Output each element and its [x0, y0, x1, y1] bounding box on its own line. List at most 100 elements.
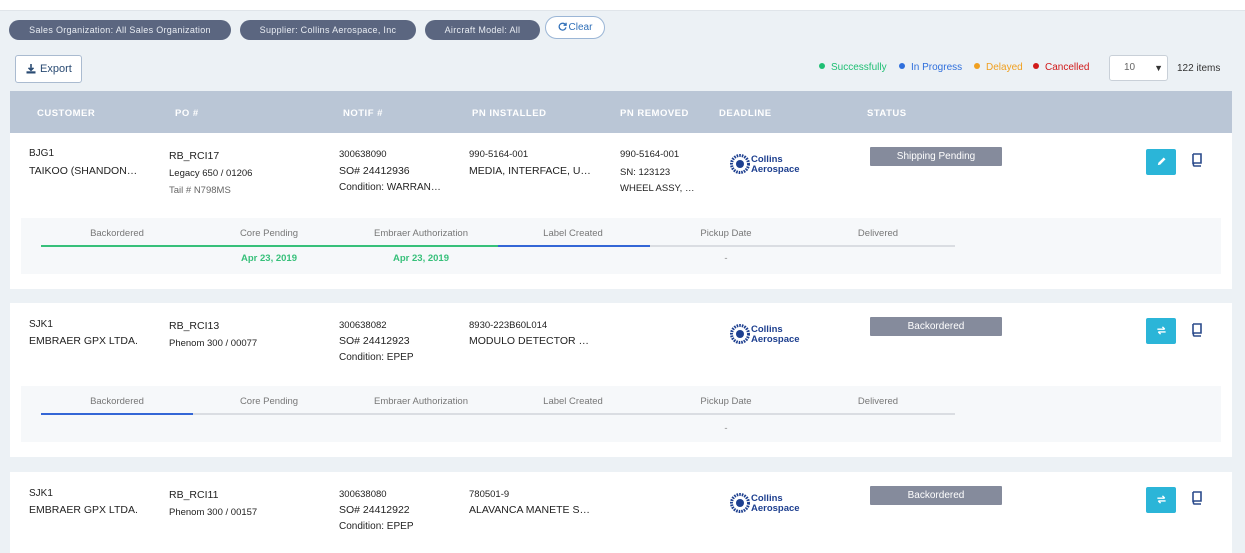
step-pickup-date: Pickup Date — [700, 396, 752, 407]
step-core-pending: Core Pending — [239, 228, 299, 239]
pn-removed-sn: SN: 123123 — [620, 167, 671, 178]
step-date: Apr 23, 2019 — [393, 253, 449, 264]
customer-code: SJK1 — [29, 488, 53, 499]
pn-removed: 990-5164-001 — [620, 149, 680, 160]
svg-text:Aerospace: Aerospace — [751, 334, 800, 345]
condition: Condition: EPEP — [339, 521, 414, 532]
caret-down-icon: ▼ — [1154, 63, 1163, 73]
filter-aircraft-model[interactable]: Aircraft Model: All — [425, 20, 540, 40]
filter-sales-organization[interactable]: Sales Organization: All Sales Organizati… — [9, 20, 231, 40]
so-number: SO# 24412936 — [339, 165, 410, 177]
refresh-icon — [1156, 326, 1166, 335]
so-number: SO# 24412922 — [339, 504, 410, 516]
legend-cancelled: Cancelled — [1033, 62, 1089, 73]
column-deadline[interactable]: DEADLINE — [719, 108, 772, 119]
pn-removed-desc: WHEEL ASSY, … — [620, 183, 695, 194]
filter-supplier[interactable]: Supplier: Collins Aerospace, Inc — [240, 20, 416, 40]
refresh-button[interactable] — [1146, 318, 1176, 344]
status-dot-icon — [1033, 63, 1039, 69]
step-core-pending: Core Pending — [239, 396, 299, 407]
legend-delayed: Delayed — [974, 62, 1023, 73]
progress-current — [41, 413, 193, 415]
customer-name: EMBRAER GPX LTDA. — [29, 504, 138, 516]
status-dot-icon — [819, 63, 825, 69]
notif-number: 300638080 — [339, 489, 387, 500]
column-pn-installed[interactable]: PN INSTALLED — [472, 108, 546, 119]
book-icon[interactable] — [1190, 153, 1202, 167]
customer-code: BJG1 — [29, 148, 55, 159]
download-icon — [26, 64, 36, 74]
condition: Condition: EPEP — [339, 352, 414, 363]
legend-successfully: Successfully — [819, 62, 887, 73]
export-button[interactable]: Export — [15, 55, 82, 83]
edit-button[interactable] — [1146, 149, 1176, 175]
refresh-icon — [1156, 495, 1166, 504]
notif-number: 300638090 — [339, 149, 387, 160]
status-badge: Backordered — [870, 317, 1002, 336]
export-label: Export — [40, 63, 72, 75]
collins-aerospace-logo: Collins Aerospace — [730, 493, 800, 514]
table-row: SJK1 EMBRAER GPX LTDA. RB_RCI13 Phenom 3… — [10, 303, 1232, 457]
customer-name: TAIKOO (SHANDON… — [29, 165, 138, 177]
progress-remaining — [650, 245, 955, 247]
clear-label: Clear — [568, 22, 593, 33]
refresh-button[interactable] — [1146, 487, 1176, 513]
items-count: 122 items — [1177, 63, 1221, 74]
notif-number: 300638082 — [339, 320, 387, 331]
pn-installed-desc: MEDIA, INTERFACE, U… — [469, 165, 591, 177]
table-header: CUSTOMER PO # NOTIF # PN INSTALLED PN RE… — [10, 91, 1232, 133]
customer-code: SJK1 — [29, 319, 53, 330]
status-badge: Shipping Pending — [870, 147, 1002, 166]
table-row: SJK1 EMBRAER GPX LTDA. RB_RCI11 Phenom 3… — [10, 472, 1232, 553]
legend-in-progress: In Progress — [899, 62, 962, 73]
status-dot-icon — [974, 63, 980, 69]
tracking-progress: Backordered Core Pending Embraer Authori… — [21, 218, 1221, 274]
progress-remaining — [193, 413, 955, 415]
condition: Condition: WARRAN… — [339, 182, 441, 193]
step-embraer-authorization: Embraer Authorization — [374, 396, 468, 407]
column-po[interactable]: PO # — [175, 108, 199, 119]
step-embraer-authorization: Embraer Authorization — [374, 228, 468, 239]
po-number[interactable]: RB_RCI17 — [169, 150, 219, 162]
po-number[interactable]: RB_RCI11 — [169, 489, 218, 501]
collins-aerospace-logo: Collins Aerospace — [730, 324, 800, 345]
collins-aerospace-logo: Collins Aerospace — [730, 154, 800, 175]
step-label-created: Label Created — [543, 396, 603, 407]
pn-installed: 990-5164-001 — [469, 149, 529, 160]
pn-installed: 8930-223B60L014 — [469, 320, 548, 331]
book-icon[interactable] — [1190, 323, 1202, 337]
svg-text:Aerospace: Aerospace — [751, 164, 800, 175]
status-badge: Backordered — [870, 486, 1002, 505]
progress-complete — [41, 245, 498, 247]
pn-installed: 780501-9 — [469, 489, 510, 500]
pn-installed-desc: MODULO DETECTOR … — [469, 335, 589, 347]
step-date: Apr 23, 2019 — [241, 253, 297, 264]
column-pn-removed[interactable]: PN REMOVED — [620, 108, 689, 119]
customer-name: EMBRAER GPX LTDA. — [29, 335, 138, 347]
step-date: - — [724, 423, 728, 434]
pencil-icon — [1157, 157, 1166, 166]
step-date: - — [724, 253, 728, 264]
so-number: SO# 24412923 — [339, 335, 410, 347]
pn-installed-desc: ALAVANCA MANETE S… — [469, 504, 590, 516]
page-size-select[interactable]: 10 ▼ — [1109, 55, 1168, 81]
clear-button[interactable]: Clear — [545, 16, 605, 39]
po-number[interactable]: RB_RCI13 — [169, 320, 219, 332]
po-tail: Tail # N798MS — [169, 185, 231, 196]
column-customer[interactable]: CUSTOMER — [37, 108, 95, 119]
po-detail: Phenom 300 / 00077 — [169, 338, 258, 349]
step-pickup-date: Pickup Date — [700, 228, 752, 239]
tracking-progress: Backordered Core Pending Embraer Authori… — [21, 386, 1221, 442]
refresh-icon — [558, 22, 567, 31]
step-backordered: Backordered — [90, 228, 144, 239]
table-row: BJG1 TAIKOO (SHANDON… RB_RCI17 Legacy 65… — [10, 133, 1232, 289]
top-strip — [0, 0, 1245, 11]
step-delivered: Delivered — [857, 396, 899, 407]
column-status[interactable]: STATUS — [867, 108, 907, 119]
book-icon[interactable] — [1190, 491, 1202, 505]
po-detail: Phenom 300 / 00157 — [169, 507, 258, 518]
svg-text:Aerospace: Aerospace — [751, 503, 800, 514]
status-dot-icon — [899, 63, 905, 69]
step-delivered: Delivered — [857, 228, 899, 239]
column-notif[interactable]: NOTIF # — [343, 108, 383, 119]
